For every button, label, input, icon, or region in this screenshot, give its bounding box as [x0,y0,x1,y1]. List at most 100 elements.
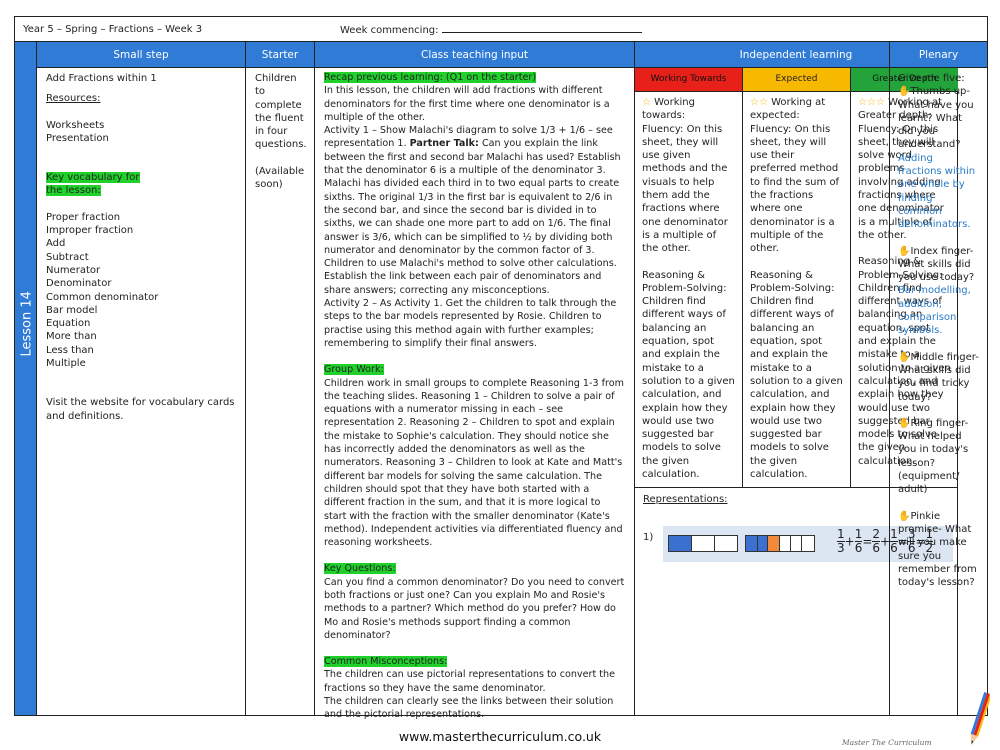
teaching-para: In this lesson, the children will add fr… [324,85,610,123]
week-commencing: Week commencing: [340,24,642,36]
vocab-item: Denominator [46,278,112,290]
starter-text: Children to complete the fluent in four … [255,73,307,151]
group-work-label: Group Work: [324,364,384,376]
fluency-text: Fluency: On this sheet, they will use gi… [642,123,728,255]
plenary-question: Pinkie promise- What will you make sure … [898,510,977,589]
vocab-label: the lesson: [46,185,101,197]
activity-1-text: Can you explain the link between the fir… [324,138,621,296]
bar-part [790,536,803,551]
lesson-number: Lesson 14 [19,291,35,357]
working-towards-cell: ☆ Working towards: Fluency: On this shee… [635,92,743,487]
plenary-item: ✋Middle finger- What skills did you find… [898,351,979,404]
key-questions-text: Can you find a common denominator? Do yo… [324,576,625,641]
partner-talk-label: Partner Talk: [409,138,479,150]
activity-1: Activity 1 – Show Malachi's diagram to s… [324,124,625,297]
header-bar: Year 5 – Spring – Fractions – Week 3 Wee… [15,17,987,42]
rep-number: 1) [643,532,654,543]
bar-part [714,536,738,551]
website-note: Visit the website for vocabulary cards a… [46,397,235,422]
vocab-item: Common denominator [46,291,159,303]
bar-part-added [768,536,780,551]
star-icon: ☆ [642,97,651,108]
bar-model-sixths [745,535,815,552]
level-working-towards: Working Towards [635,68,743,92]
level-expected: Expected [743,68,851,92]
fraction: 26 [872,527,881,555]
plenary-item: ✋Thumbs up- What have you learnt? What d… [898,85,979,151]
activity-2: Activity 2 – As Activity 1. Get the chil… [324,298,617,349]
hand-icon: ✋ [898,417,911,429]
operator: = [862,534,873,549]
reasoning-text: Reasoning & Problem-Solving: Children fi… [750,269,843,481]
vocab-item: Equation [46,318,91,330]
group-work-text: Children work in small groups to complet… [324,377,624,549]
teaching-column: Class teaching input Recap previous lear… [315,42,635,720]
starter-header: Starter [246,42,314,68]
reasoning-text: Reasoning & Problem-Solving: Children fi… [642,269,735,481]
fraction: 13 [837,527,845,555]
vocab-item: More than [46,331,97,343]
plenary-answer: Adding fractions within one whole by fin… [898,152,976,231]
bar-model-thirds [668,535,738,552]
misconception-text: The children can clearly see the links b… [324,696,614,721]
small-step-body: Add Fractions within 1 Resources: Worksh… [37,68,245,427]
resource-item: Presentation [46,132,109,144]
plenary-answer: Bar modelling, addition, comparison symb… [898,285,971,337]
bar-part [692,536,715,551]
hand-icon: ✋ [898,351,911,363]
plenary-item: ✋Index finger- What skills did you use t… [898,245,979,285]
hand-icon: ✋ [898,510,911,522]
plenary-item: ✋Pinkie promise- What will you make sure… [898,510,979,590]
fluency-text: Fluency: On this sheet, they will use th… [750,123,840,255]
lesson-strip: Lesson 14 [15,42,37,715]
vocab-item: Add [46,238,66,250]
bar-part-shaded [669,536,693,551]
vocab-item: Multiple [46,358,86,370]
bar-part-shaded [746,536,758,551]
operator: + [844,534,855,549]
plenary-question: Ring finger- What helped you in today's … [898,417,969,496]
small-step-column: Small step Add Fractions within 1 Resour… [37,42,246,715]
starter-column: Starter Children to complete the fluent … [246,42,315,715]
bar-part [802,536,814,551]
plenary-question: Middle finger- What skills did you find … [898,351,979,403]
step-title: Add Fractions within 1 [46,73,157,84]
brand-signature: Master The Curriculum [842,738,932,747]
starter-body: Children to complete the fluent in four … [246,68,314,195]
expected-cell: ☆☆ Working at expected: Fluency: On this… [743,92,851,487]
pencil-icon [970,692,990,745]
vocab-list: Proper fraction Improper fraction Add Su… [46,211,236,371]
key-questions-label: Key Questions: [324,563,396,575]
resources-label: Resources: [46,93,101,105]
lesson-plan-frame: Year 5 – Spring – Fractions – Week 3 Wee… [14,16,988,720]
teaching-body: Recap previous learning: (Q1 on the star… [315,68,634,725]
plenary-body: Give me five: ✋Thumbs up- What have you … [890,68,987,593]
vocab-item: Subtract [46,251,89,263]
plenary-question: Index finger- What skills did you use to… [898,245,975,284]
recap-label: Recap previous learning: (Q1 on the star… [324,72,537,83]
teaching-header: Class teaching input [315,42,634,68]
starter-note: (Available soon) [255,165,305,191]
bar-part [780,536,791,551]
small-step-header: Small step [37,42,245,68]
vocab-item: Improper fraction [46,225,134,237]
plenary-column: Plenary Give me five: ✋Thumbs up- What h… [889,42,987,715]
vocab-item: Less than [46,344,94,356]
vocab-item: Bar model [46,304,98,316]
vocab-item: Numerator [46,264,101,276]
week-label: Week commencing: [340,25,439,36]
vocab-label: Key vocabulary for [46,172,140,184]
plenary-item: ✋Ring finger- What helped you in today's… [898,417,979,497]
plan-title: Year 5 – Spring – Fractions – Week 3 [23,24,203,35]
bar-part-shaded [757,536,769,551]
plenary-question: Thumbs up- What have you learnt? What di… [898,86,974,151]
hand-icon: ✋ [898,86,911,98]
star-icon: ☆☆ [750,97,768,108]
star-icon: ☆☆☆ [858,97,885,108]
resource-item: Worksheets [46,119,105,131]
misconceptions-label: Common Misconceptions: [324,656,448,668]
week-input-line[interactable] [441,24,642,33]
vocab-item: Proper fraction [46,211,121,223]
plenary-header: Plenary [890,42,987,68]
plenary-intro: Give me five: [898,73,965,84]
